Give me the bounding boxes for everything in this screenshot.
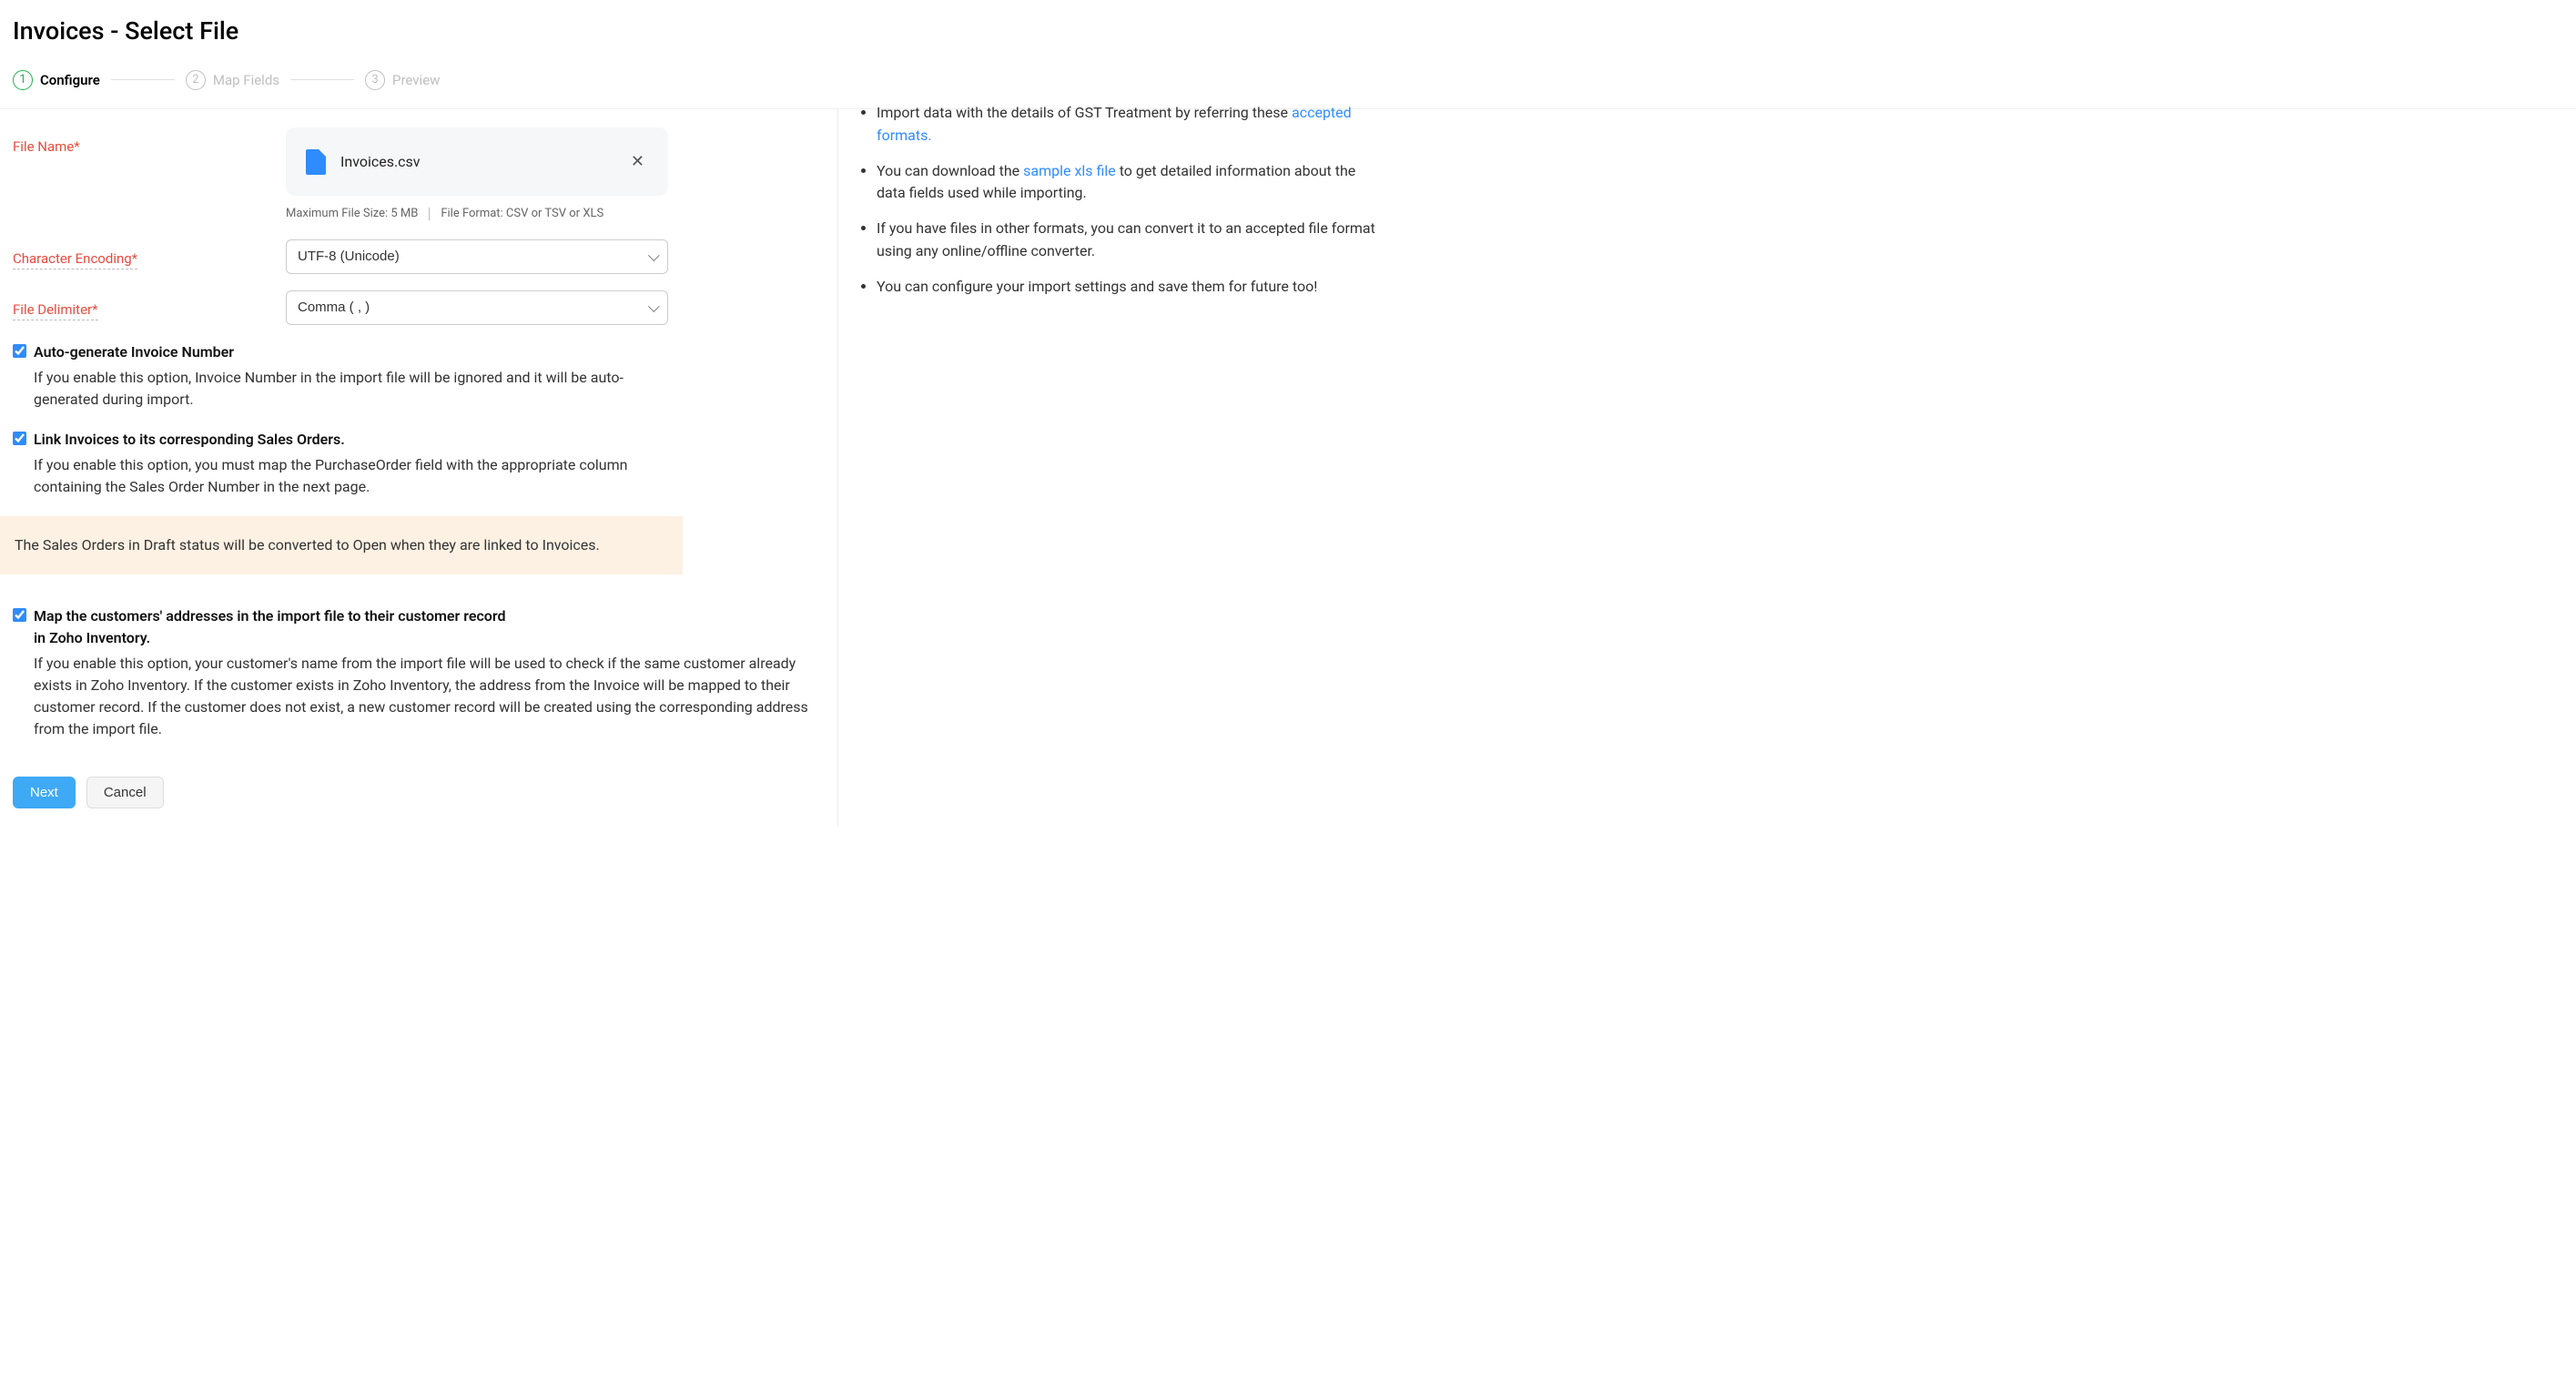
sample-xls-link[interactable]: sample xls file	[1023, 162, 1116, 179]
step-label: Map Fields	[213, 70, 279, 91]
page-title: Invoices - Select File	[13, 13, 2563, 50]
help-gst-item: Import data with the details of GST Trea…	[877, 102, 1376, 147]
step-map-fields: 2 Map Fields	[186, 70, 279, 91]
next-button[interactable]: Next	[13, 777, 76, 808]
step-configure[interactable]: 1 Configure	[13, 70, 100, 91]
help-xls-item: You can download the sample xls file to …	[877, 160, 1376, 206]
delimiter-select[interactable]: Comma ( , )	[286, 290, 668, 325]
help-convert-item: If you have files in other formats, you …	[877, 218, 1376, 263]
step-connector	[111, 79, 175, 80]
help-save-item: You can configure your import settings a…	[877, 276, 1376, 299]
close-icon: ✕	[631, 152, 644, 171]
auto-generate-label: Auto-generate Invoice Number	[34, 341, 234, 363]
sales-order-warning-banner: The Sales Orders in Draft status will be…	[0, 516, 683, 574]
file-name-label: File Name*	[13, 127, 286, 158]
step-label: Configure	[40, 70, 100, 91]
step-connector	[290, 79, 354, 80]
format-hint: File Format: CSV or TSV or XLS	[441, 205, 603, 223]
auto-generate-desc: If you enable this option, Invoice Numbe…	[34, 367, 671, 411]
cancel-button[interactable]: Cancel	[86, 777, 164, 808]
map-addresses-desc: If you enable this option, your customer…	[34, 653, 825, 740]
step-label: Preview	[392, 70, 440, 91]
max-size-hint: Maximum File Size: 5 MB	[286, 205, 418, 223]
step-number: 3	[365, 70, 385, 90]
file-name-value: Invoices.csv	[340, 151, 613, 173]
link-sales-orders-label: Link Invoices to its corresponding Sales…	[34, 429, 345, 451]
auto-generate-checkbox[interactable]	[13, 344, 26, 358]
step-number: 2	[186, 70, 206, 90]
map-addresses-checkbox[interactable]	[13, 608, 26, 622]
link-sales-orders-desc: If you enable this option, you must map …	[34, 454, 671, 498]
step-preview: 3 Preview	[365, 70, 440, 91]
link-sales-orders-checkbox[interactable]	[13, 432, 26, 445]
map-addresses-label: Map the customers' addresses in the impo…	[34, 605, 516, 649]
encoding-select[interactable]: UTF-8 (Unicode)	[286, 239, 668, 274]
encoding-label: Character Encoding*	[13, 239, 286, 269]
file-icon	[306, 149, 326, 175]
selected-file: Invoices.csv ✕	[286, 127, 668, 196]
remove-file-button[interactable]: ✕	[627, 146, 648, 178]
separator	[429, 208, 430, 220]
step-number: 1	[13, 70, 33, 90]
delimiter-label: File Delimiter*	[13, 290, 286, 320]
